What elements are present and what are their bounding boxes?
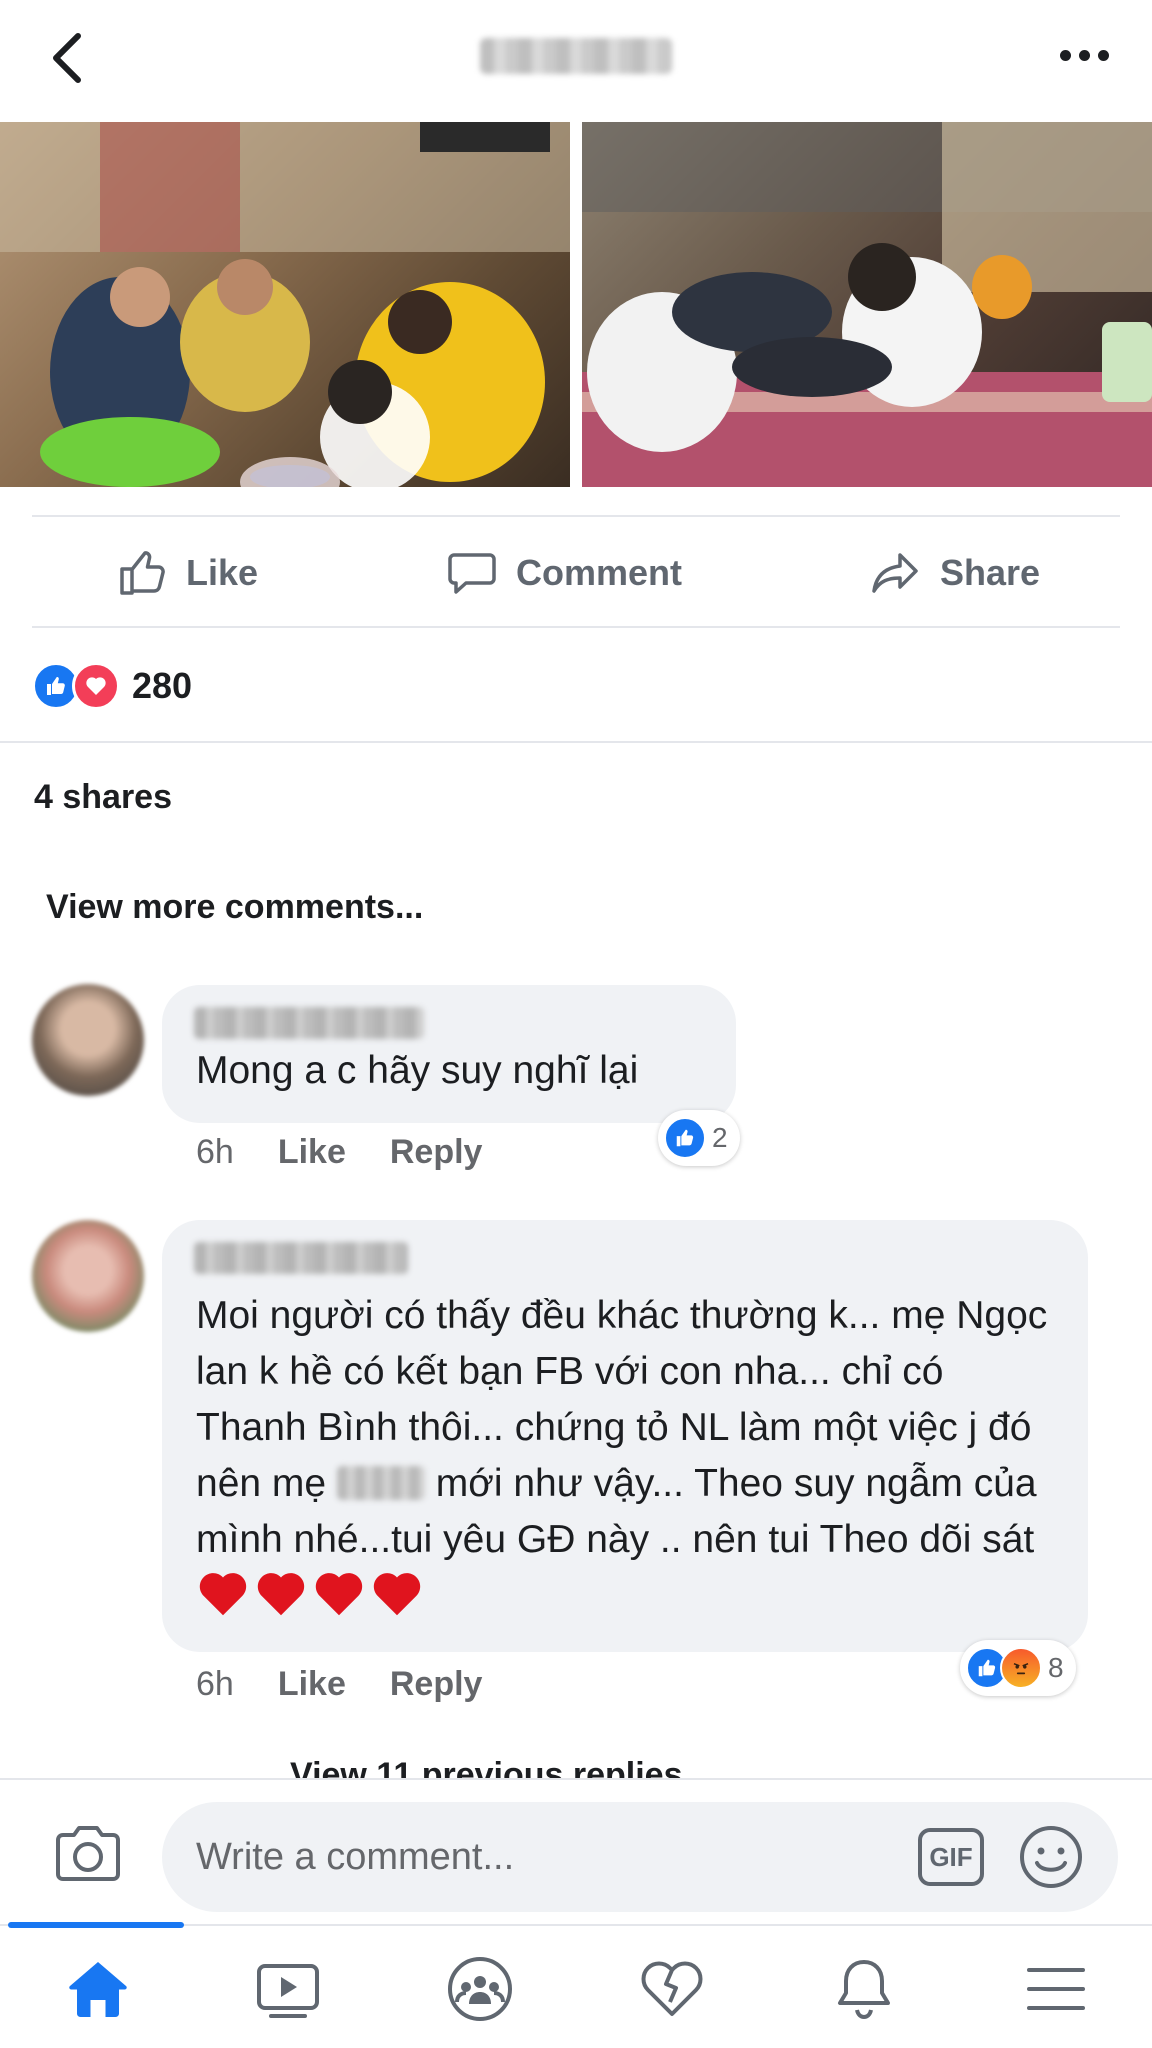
gif-button[interactable]: GIF <box>918 1828 984 1886</box>
like-reaction-icon <box>664 1117 706 1159</box>
back-button[interactable] <box>44 28 92 88</box>
emoji-button[interactable] <box>1018 1824 1084 1890</box>
groups-icon <box>448 1957 512 2021</box>
home-icon <box>69 1962 127 2017</box>
video-icon <box>257 1964 319 2018</box>
comment-author[interactable] <box>194 1242 408 1274</box>
avatar[interactable] <box>32 1220 144 1332</box>
post-header <box>0 0 1152 118</box>
nav-dating[interactable] <box>634 1954 710 2024</box>
nav-menu[interactable] <box>1018 1954 1094 2024</box>
like-button[interactable]: Like <box>116 548 258 598</box>
comment-text: Mong a c hãy suy nghĩ lại <box>196 1049 639 1092</box>
more-options-button[interactable] <box>1060 46 1110 66</box>
nav-watch[interactable] <box>250 1954 326 2024</box>
comment-text: Moi người có thấy đều khác thường k... m… <box>196 1288 1056 1630</box>
camera-icon <box>56 1826 120 1881</box>
comment-reactions[interactable]: 8 <box>960 1640 1076 1696</box>
comment-button[interactable]: Comment <box>446 548 682 598</box>
red-heart-icon <box>257 1573 305 1616</box>
comment-meta: 6h Like Reply <box>196 1664 526 1704</box>
redacted-name <box>336 1466 425 1500</box>
comment-author[interactable] <box>194 1007 424 1039</box>
love-reaction-icon <box>72 662 120 710</box>
comment-meta: 6h Like Reply <box>196 1132 526 1172</box>
comment-time: 6h <box>196 1132 234 1171</box>
like-label: Like <box>186 552 259 593</box>
red-heart-icon <box>315 1573 363 1616</box>
bottom-navigation <box>0 1922 1152 2048</box>
gif-label: GIF <box>929 1841 973 1872</box>
reaction-count: 280 <box>132 665 193 706</box>
view-more-comments-link[interactable]: View more comments... <box>46 888 423 927</box>
comment-bubble[interactable]: Mong a c hãy suy nghĩ lại <box>162 985 736 1123</box>
thumbs-up-icon <box>120 551 165 595</box>
comment-composer: GIF <box>0 1778 1152 1926</box>
comment-reactions[interactable]: 2 <box>658 1110 740 1166</box>
post-photos <box>0 122 1152 487</box>
nav-home[interactable] <box>60 1954 136 2024</box>
hamburger-menu-icon <box>1027 1968 1085 2010</box>
reactions-summary[interactable]: 280 <box>32 660 192 712</box>
comment-label: Comment <box>516 552 683 593</box>
angry-reaction-icon <box>1000 1647 1042 1689</box>
post-photo[interactable] <box>582 122 1152 487</box>
red-heart-icon <box>373 1573 421 1616</box>
comment-reaction-count: 2 <box>712 1122 728 1153</box>
post-photo[interactable] <box>0 122 570 487</box>
shares-count[interactable]: 4 shares <box>34 778 172 817</box>
post-action-bar: Like Comment Share <box>32 518 1120 626</box>
more-horizontal-icon <box>1060 50 1071 61</box>
camera-button[interactable] <box>52 1822 124 1886</box>
comment-time: 6h <box>196 1664 234 1703</box>
red-heart-icon <box>199 1573 247 1616</box>
share-arrow-icon <box>872 553 918 593</box>
comment-reaction-count: 8 <box>1048 1652 1064 1683</box>
page-title <box>480 38 672 74</box>
share-label: Share <box>940 552 1041 593</box>
smiley-icon <box>1020 1826 1082 1888</box>
divider <box>0 741 1152 743</box>
share-button[interactable]: Share <box>870 548 1040 598</box>
comment-reply-button[interactable]: Reply <box>390 1665 483 1704</box>
comment-like-button[interactable]: Like <box>278 1665 346 1704</box>
comment-bubble-icon <box>448 553 496 594</box>
avatar[interactable] <box>32 984 144 1096</box>
heart-emojis <box>196 1568 424 1622</box>
view-previous-replies-link[interactable]: View 11 previous replies <box>290 1752 682 1778</box>
active-tab-indicator <box>8 1922 184 1928</box>
comment-bubble[interactable]: Moi người có thấy đều khác thường k... m… <box>162 1220 1088 1652</box>
divider <box>32 515 1120 517</box>
bell-icon <box>838 1960 890 2020</box>
chevron-left-icon <box>53 33 81 83</box>
heart-outline-icon <box>641 1961 703 2016</box>
nav-notifications[interactable] <box>826 1954 902 2024</box>
nav-groups[interactable] <box>442 1954 518 2024</box>
divider <box>32 626 1120 628</box>
comment-like-button[interactable]: Like <box>278 1133 346 1172</box>
comment-reply-button[interactable]: Reply <box>390 1133 483 1172</box>
